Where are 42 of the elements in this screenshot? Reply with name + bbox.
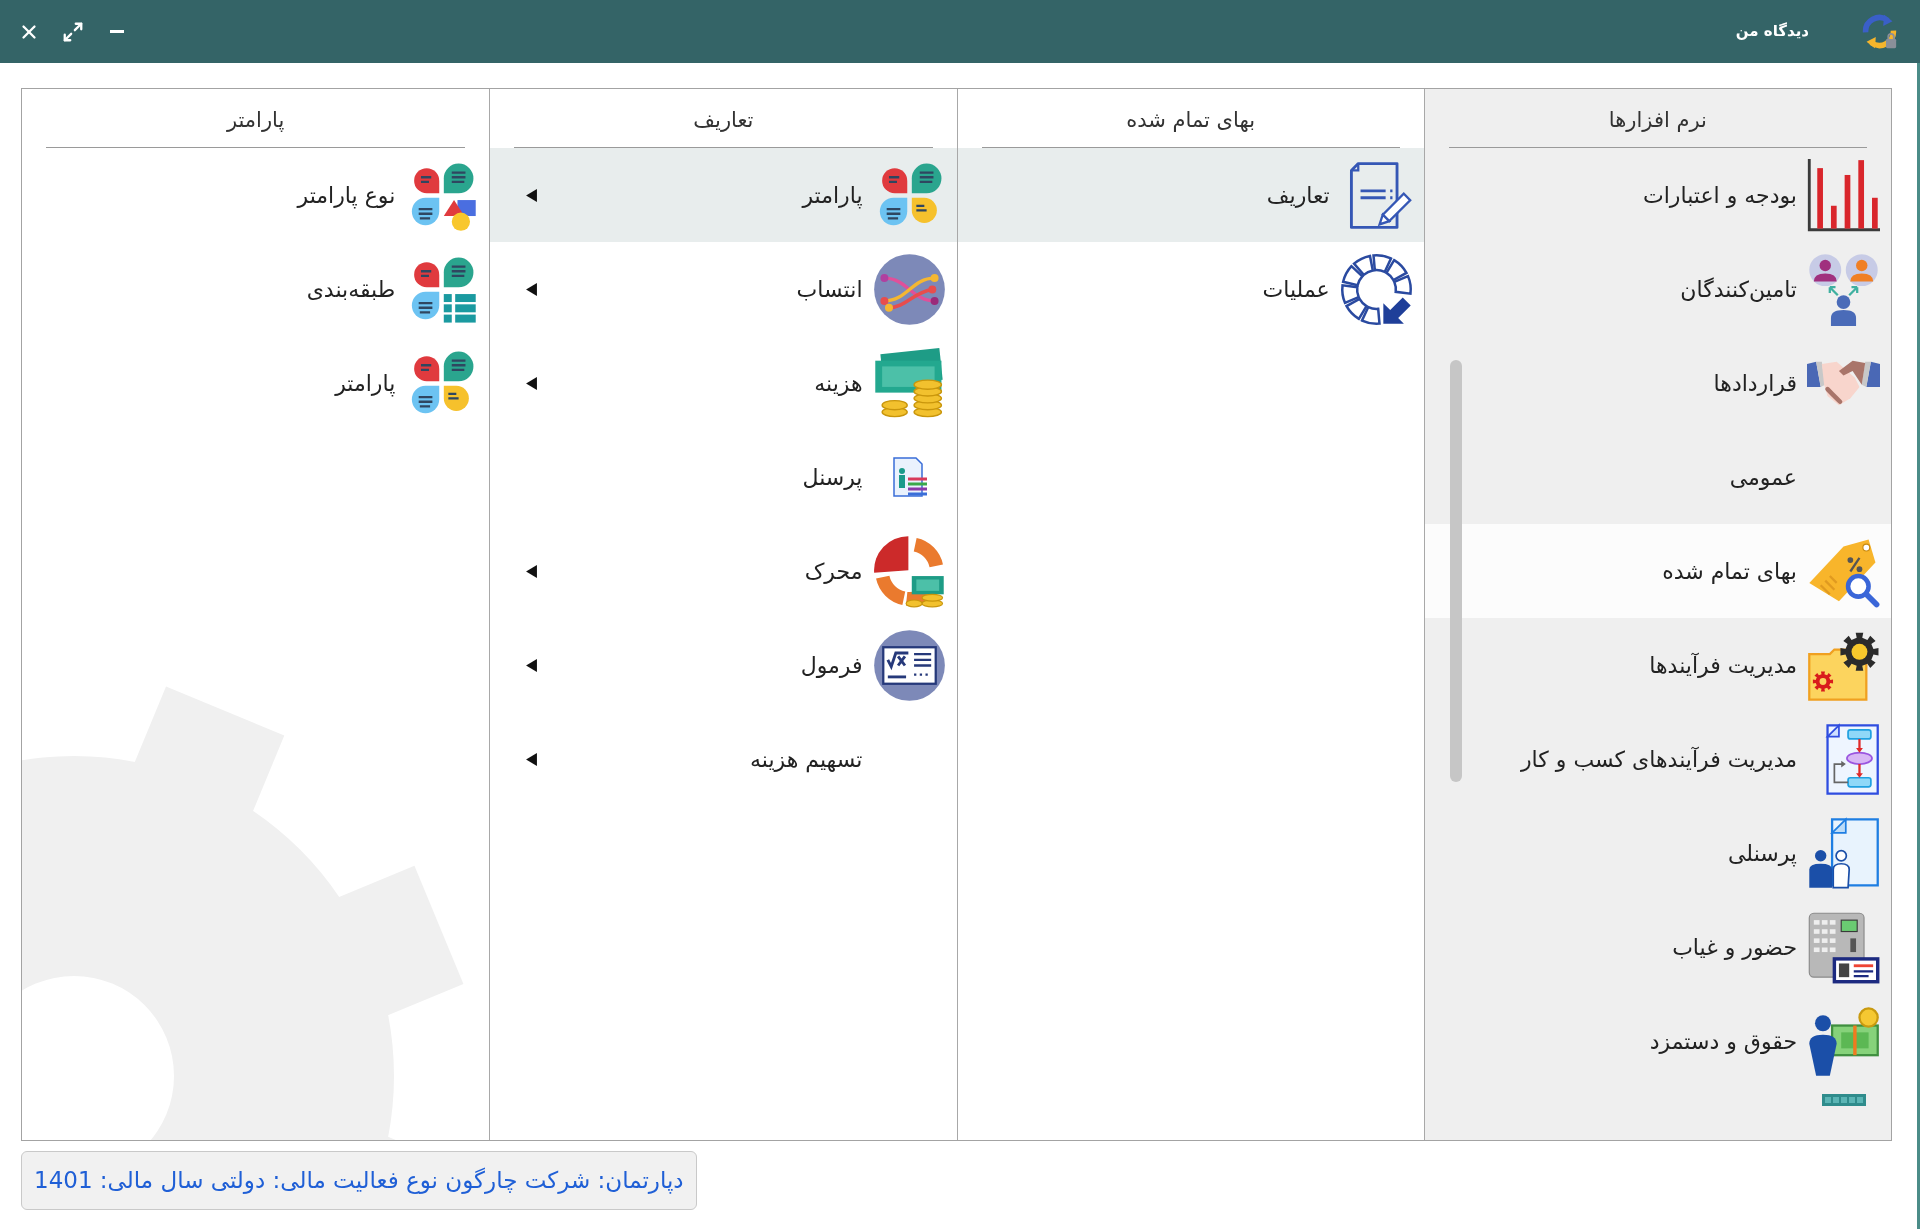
column-heading: پارامتر (226, 106, 285, 134)
menu-item[interactable]: نوع پارامتر (22, 148, 490, 242)
menu-item[interactable]: بهای تمام شده (1424, 524, 1891, 618)
person-document-icon (1807, 816, 1880, 890)
menu-item[interactable]: حقوق و دستمزد (1424, 994, 1891, 1088)
menu-item[interactable]: طبقه‌بندی (22, 242, 490, 336)
menu-item[interactable]: تعاریف (957, 148, 1424, 242)
menu-item[interactable]: بودجه و اعتبارات (1424, 148, 1891, 242)
logo-icon (1861, 13, 1898, 50)
money-coins-icon (872, 346, 946, 420)
menu-item[interactable]: تسهیم هزینه (490, 712, 957, 806)
person-list-icon (890, 456, 928, 498)
menu-item[interactable]: قراردادها (1424, 336, 1891, 430)
menu-item[interactable]: پارامتر (490, 148, 957, 242)
scrollbar-thumb[interactable] (1449, 360, 1462, 782)
menu-item[interactable]: حضور و غیاب (1424, 900, 1891, 994)
pie-chart-money-icon (872, 534, 946, 608)
segmented-ring-icon (1339, 252, 1413, 326)
menu-item[interactable]: تامین‌کنندگان (1424, 242, 1891, 336)
menu-item[interactable]: پرسنل (490, 430, 957, 524)
column-heading: نرم افزارها (1608, 106, 1707, 134)
bar-chart-icon (1807, 158, 1880, 232)
column-heading: تعاریف (693, 106, 754, 134)
column-heading: بهای تمام شده (1126, 106, 1255, 134)
menu-item[interactable]: پرسنلی (1424, 806, 1891, 900)
expand-icon (62, 20, 84, 43)
crossing-lines-icon (872, 252, 946, 326)
keypad-card-icon (1807, 910, 1880, 984)
person-money-icon (1807, 1004, 1880, 1078)
menu-item[interactable]: فرمول (490, 618, 957, 712)
menu-item[interactable]: پارامتر (22, 336, 490, 430)
menu-item[interactable]: عملیات (957, 242, 1424, 336)
menu-item[interactable]: عمومی (1424, 430, 1891, 524)
window-title: دیدگاه من (1735, 21, 1809, 43)
minimize-icon (110, 30, 124, 33)
menu-item[interactable]: انتساب (490, 242, 957, 336)
menu-item[interactable]: محرک (490, 524, 957, 618)
strip-icon (1821, 1094, 1866, 1106)
people-icon (1807, 252, 1880, 326)
status-bar: دپارتمان: شرکت چارگون نوع فعالیت مالی: دولتی سال مالی: 1401 (21, 1151, 697, 1210)
formula-icon (872, 628, 946, 702)
menu-item[interactable]: هزینه (490, 336, 957, 430)
